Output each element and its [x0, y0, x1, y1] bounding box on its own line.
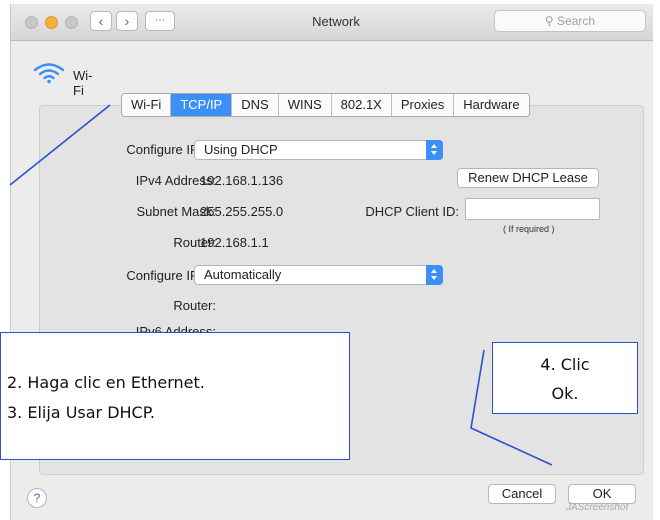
renew-dhcp-lease-button[interactable]: Renew DHCP Lease [457, 168, 599, 188]
dhcp-client-id-field[interactable] [465, 198, 600, 220]
tab-dns[interactable]: DNS [232, 94, 279, 116]
tab-wi-fi[interactable]: Wi-Fi [122, 94, 172, 116]
search-field[interactable]: ⚲ Search [494, 10, 646, 32]
watermark: JAScreenshot [566, 502, 629, 513]
help-button[interactable]: ? [27, 488, 47, 508]
configure-ipv4-select[interactable]: Using DHCP [194, 140, 443, 160]
tab-tcp-ip[interactable]: TCP/IP [171, 94, 233, 116]
tab-proxies[interactable]: Proxies [391, 94, 455, 116]
zoom-window-button[interactable] [65, 16, 78, 29]
ok-button[interactable]: OK [568, 484, 636, 504]
subnet-mask-value: 255.255.255.0 [200, 204, 284, 219]
annotation-step-2: 2. Haga clic en Ethernet. [7, 373, 205, 392]
ipv4-address-value: 192.168.1.136 [200, 173, 284, 188]
ipv6-router-label: Router: [173, 298, 216, 313]
show-all-button[interactable]: ⋯ [145, 11, 175, 31]
chevron-right-icon: › [124, 13, 130, 29]
annotation-step-4-line2: Ok. [551, 384, 579, 403]
annotation-step-4: 4. Clic Ok. [492, 342, 638, 414]
title-bar: ‹ › ⋯ Network ⚲ Search [11, 4, 653, 41]
annotation-steps-2-3: 2. Haga clic en Ethernet. 3. Elija Usar … [0, 332, 350, 460]
back-button[interactable]: ‹ [90, 11, 112, 31]
search-placeholder: Search [557, 14, 596, 28]
annotation-step-4-line1: 4. Clic [540, 355, 590, 374]
tab-802-1x[interactable]: 802.1X [331, 94, 392, 116]
close-window-button[interactable] [25, 16, 38, 29]
configure-ipv4-value: Using DHCP [204, 142, 278, 157]
search-icon: ⚲ [544, 14, 554, 28]
tab-bar: Wi-Fi TCP/IP DNS WINS 802.1X Proxies Har… [121, 93, 530, 117]
dhcp-client-id-label: DHCP Client ID: [365, 204, 459, 219]
service-name: Wi-Fi [73, 68, 93, 98]
service-header: Wi-Fi [33, 62, 93, 98]
window-title: Network [312, 14, 360, 29]
help-icon: ? [33, 491, 41, 505]
grid-icon: ⋯ [155, 15, 165, 26]
configure-ipv6-select[interactable]: Automatically [194, 265, 443, 285]
chevron-left-icon: ‹ [98, 13, 104, 29]
annotation-step-3: 3. Elija Usar DHCP. [7, 403, 155, 422]
tab-hardware[interactable]: Hardware [454, 94, 529, 116]
cancel-button[interactable]: Cancel [488, 484, 556, 504]
client-id-hint: ( If required ) [503, 224, 555, 234]
chevron-updown-icon [426, 140, 443, 160]
ipv4-router-value: 192.168.1.1 [200, 235, 269, 250]
wifi-icon [33, 63, 65, 84]
tab-wins[interactable]: WINS [278, 94, 332, 116]
configure-ipv6-value: Automatically [204, 267, 282, 282]
forward-button[interactable]: › [116, 11, 138, 31]
chevron-updown-icon [426, 265, 443, 285]
minimize-window-button[interactable] [45, 16, 58, 29]
